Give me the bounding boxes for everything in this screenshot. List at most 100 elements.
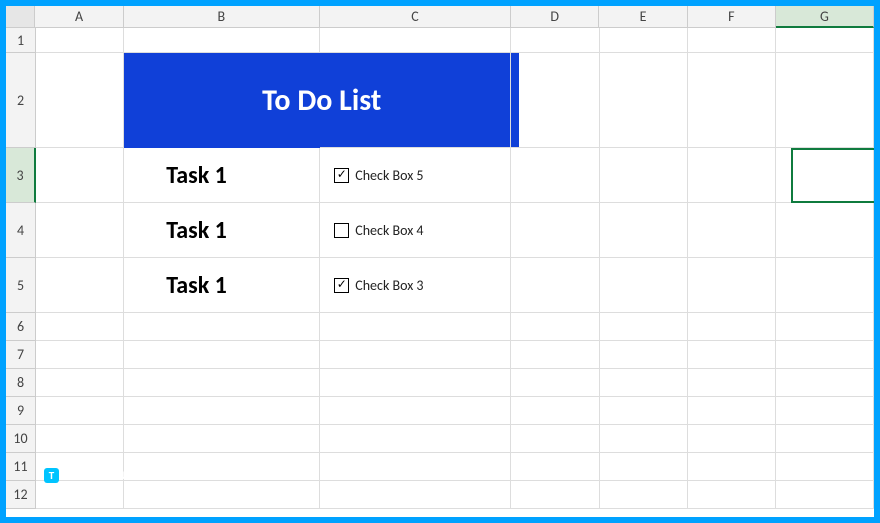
cell-D2[interactable] (511, 53, 599, 148)
cell-C5[interactable]: ✓ Check Box 3 (320, 258, 511, 313)
cell-F12[interactable] (688, 481, 776, 509)
cell-F3[interactable] (688, 148, 776, 203)
cell-D4[interactable] (511, 203, 599, 258)
cell-C7[interactable] (320, 341, 511, 369)
cell-B12[interactable] (124, 481, 320, 509)
cell-A6[interactable] (36, 313, 124, 341)
cell-F9[interactable] (688, 397, 776, 425)
cell-E10[interactable] (600, 425, 688, 453)
cell-E6[interactable] (600, 313, 688, 341)
row-header-1[interactable]: 1 (6, 28, 36, 53)
cell-B4[interactable]: Task 1 (124, 203, 320, 258)
cell-F4[interactable] (688, 203, 776, 258)
cell-F6[interactable] (688, 313, 776, 341)
cell-F7[interactable] (688, 341, 776, 369)
col-header-B[interactable]: B (124, 6, 320, 28)
cell-C11[interactable] (320, 453, 511, 481)
cell-D10[interactable] (511, 425, 599, 453)
cell-G1[interactable] (776, 28, 874, 53)
checkbox-control-3[interactable]: ✓ Check Box 3 (320, 258, 510, 312)
cell-A10[interactable] (36, 425, 124, 453)
col-header-E[interactable]: E (599, 6, 687, 28)
row-header-4[interactable]: 4 (6, 203, 36, 258)
row-header-5[interactable]: 5 (6, 258, 36, 313)
col-header-G[interactable]: G (776, 6, 874, 28)
cell-G10[interactable] (776, 425, 874, 453)
cell-C6[interactable] (320, 313, 511, 341)
cell-E11[interactable] (600, 453, 688, 481)
cell-E9[interactable] (600, 397, 688, 425)
col-header-D[interactable]: D (511, 6, 599, 28)
cell-E8[interactable] (600, 369, 688, 397)
checkbox-control-4[interactable]: Check Box 4 (320, 203, 510, 257)
checkbox-icon[interactable]: ✓ (334, 278, 349, 293)
cell-D11[interactable] (511, 453, 599, 481)
cell-A12[interactable] (36, 481, 124, 509)
cell-G4[interactable] (776, 203, 874, 258)
cell-C3[interactable]: ✓ Check Box 5 (320, 148, 511, 203)
col-header-F[interactable]: F (688, 6, 776, 28)
cell-F1[interactable] (688, 28, 776, 53)
cell-F11[interactable] (688, 453, 776, 481)
cell-D9[interactable] (511, 397, 599, 425)
cell-A8[interactable] (36, 369, 124, 397)
cell-A2[interactable] (36, 53, 124, 148)
cell-A9[interactable] (36, 397, 124, 425)
cell-F5[interactable] (688, 258, 776, 313)
cell-B8[interactable] (124, 369, 320, 397)
cell-B7[interactable] (124, 341, 320, 369)
select-all-corner[interactable] (6, 6, 35, 28)
cell-E3[interactable] (600, 148, 688, 203)
col-header-A[interactable]: A (35, 6, 123, 28)
cell-D12[interactable] (511, 481, 599, 509)
row-header-8[interactable]: 8 (6, 369, 36, 397)
cell-G5[interactable] (776, 258, 874, 313)
cell-A1[interactable] (36, 28, 124, 53)
cell-A7[interactable] (36, 341, 124, 369)
row-header-9[interactable]: 9 (6, 397, 36, 425)
row-header-12[interactable]: 12 (6, 481, 36, 509)
cell-F8[interactable] (688, 369, 776, 397)
cell-B2[interactable]: To Do List (124, 53, 320, 148)
cell-A5[interactable] (36, 258, 124, 313)
cell-D3[interactable] (511, 148, 599, 203)
cell-B6[interactable] (124, 313, 320, 341)
cell-E2[interactable] (600, 53, 688, 148)
cell-C9[interactable] (320, 397, 511, 425)
cell-E5[interactable] (600, 258, 688, 313)
cell-B10[interactable] (124, 425, 320, 453)
cell-C12[interactable] (320, 481, 511, 509)
checkbox-icon[interactable]: ✓ (334, 168, 349, 183)
cell-B5[interactable]: Task 1 (124, 258, 320, 313)
checkbox-control-5[interactable]: ✓ Check Box 5 (320, 148, 510, 202)
cell-C2[interactable] (320, 53, 511, 148)
checkbox-icon[interactable] (334, 223, 349, 238)
cell-G9[interactable] (776, 397, 874, 425)
cell-A4[interactable] (36, 203, 124, 258)
cell-C8[interactable] (320, 369, 511, 397)
cell-B3[interactable]: Task 1 (124, 148, 320, 203)
cell-G3[interactable] (776, 148, 874, 203)
cell-G2[interactable] (776, 53, 874, 148)
cell-A3[interactable] (36, 148, 124, 203)
cell-C10[interactable] (320, 425, 511, 453)
cell-G12[interactable] (776, 481, 874, 509)
cell-D7[interactable] (511, 341, 599, 369)
cell-G8[interactable] (776, 369, 874, 397)
row-header-11[interactable]: 11 (6, 453, 36, 481)
cell-F10[interactable] (688, 425, 776, 453)
row-header-3[interactable]: 3 (6, 148, 36, 203)
cell-D1[interactable] (511, 28, 599, 53)
cell-B9[interactable] (124, 397, 320, 425)
cell-E1[interactable] (600, 28, 688, 53)
cell-D6[interactable] (511, 313, 599, 341)
cell-E7[interactable] (600, 341, 688, 369)
cell-C4[interactable]: Check Box 4 (320, 203, 511, 258)
cell-G6[interactable] (776, 313, 874, 341)
cell-F2[interactable] (688, 53, 776, 148)
row-header-10[interactable]: 10 (6, 425, 36, 453)
row-header-6[interactable]: 6 (6, 313, 36, 341)
col-header-C[interactable]: C (320, 6, 511, 28)
cell-E12[interactable] (600, 481, 688, 509)
cell-D8[interactable] (511, 369, 599, 397)
